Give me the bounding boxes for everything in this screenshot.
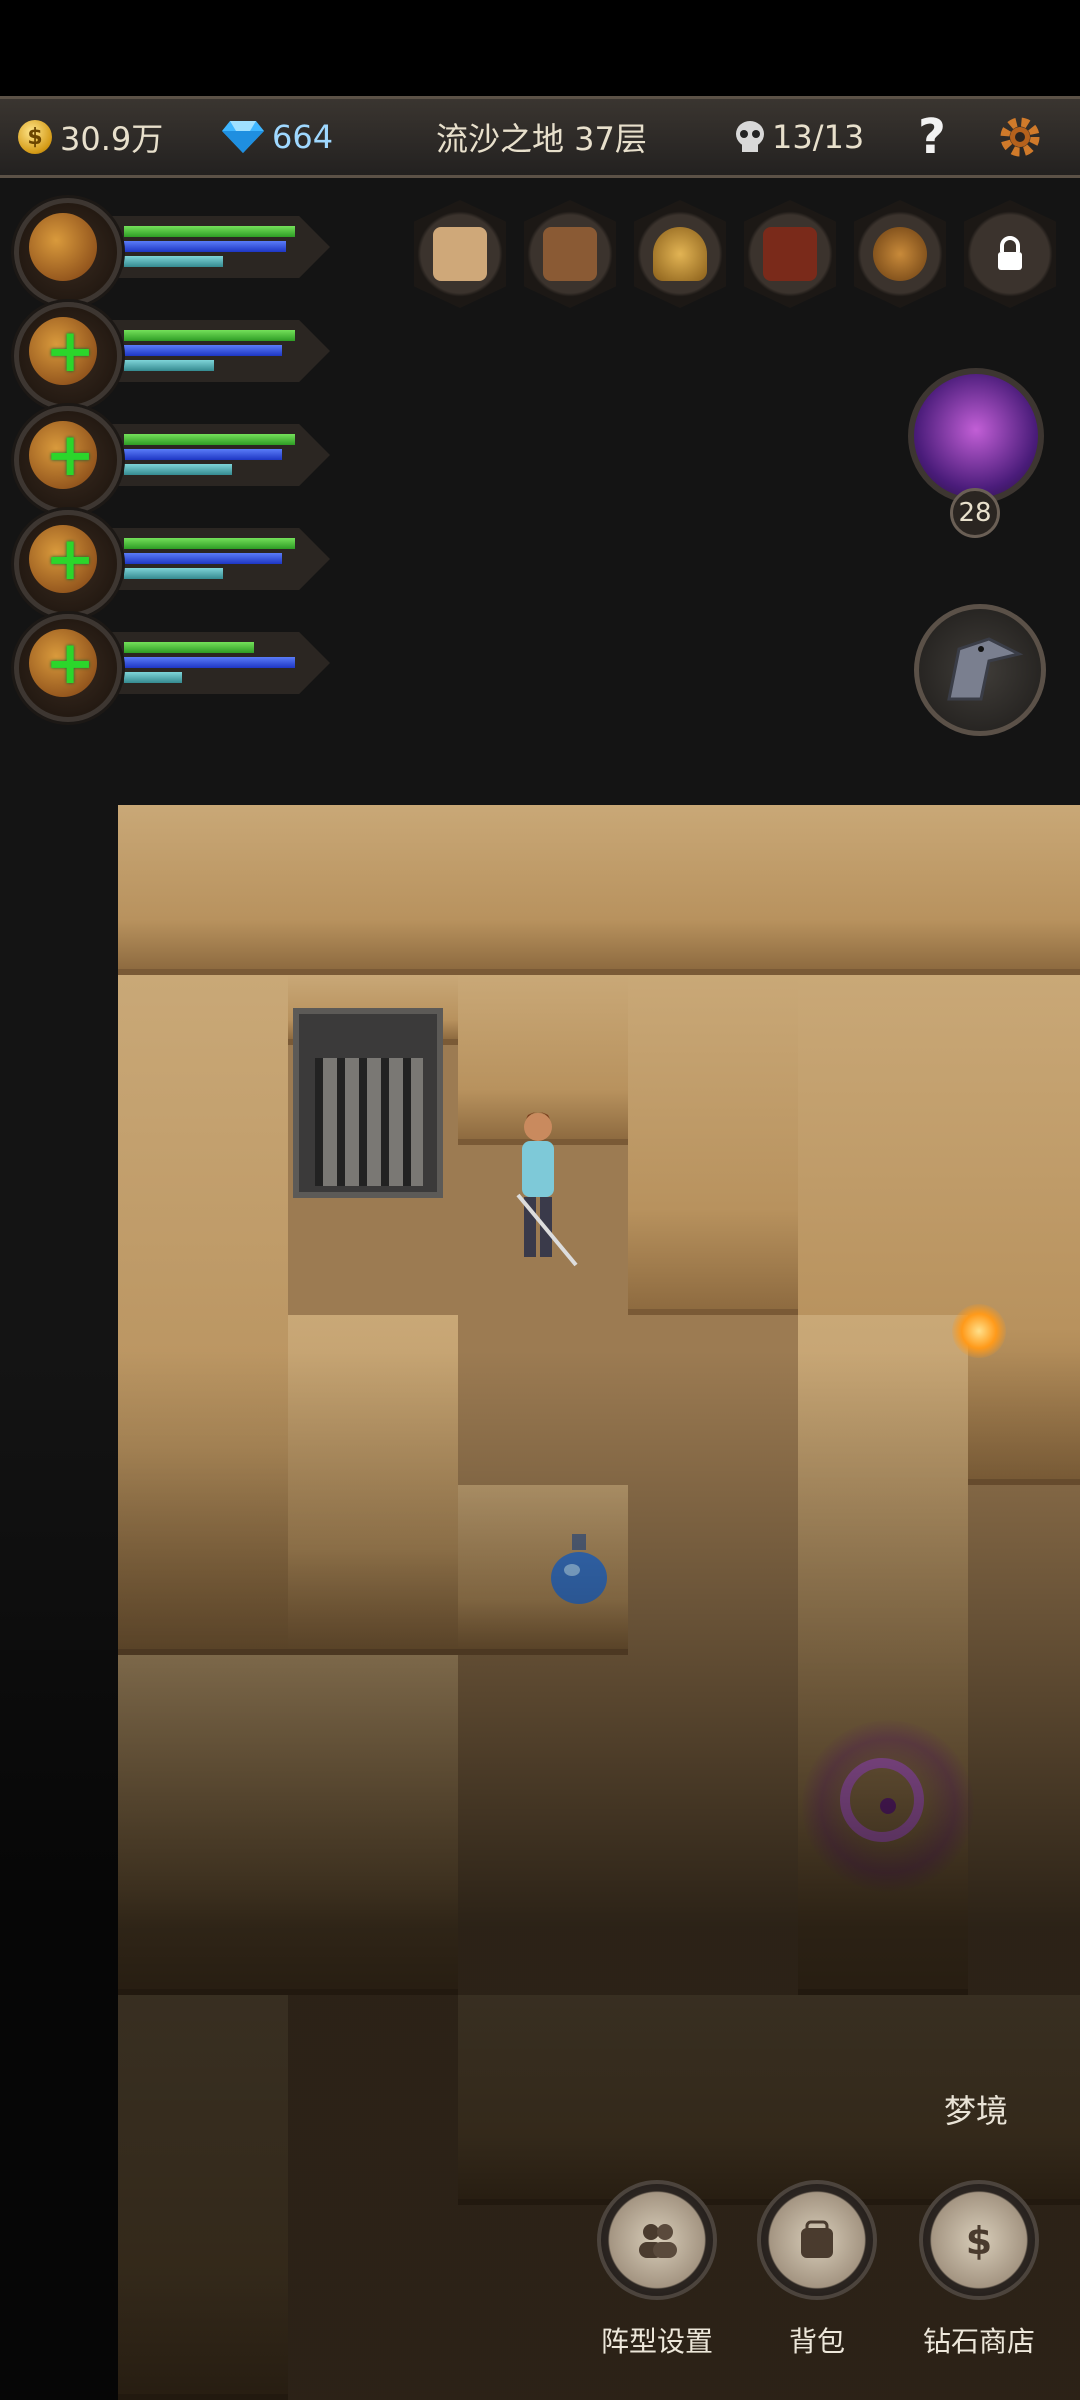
hero-status-bars	[110, 216, 330, 278]
dice-icon	[433, 227, 487, 281]
hero-status-bars	[110, 528, 330, 590]
formation-icon	[597, 2180, 717, 2300]
diamond-value: 664	[272, 118, 334, 156]
formation-button[interactable]: 阵型设置	[592, 2180, 722, 2370]
formation-label: 阵型设置	[600, 2325, 713, 2358]
skill-bar	[124, 256, 223, 267]
item-slot-bell[interactable]	[634, 200, 726, 308]
player-character	[516, 1112, 578, 1267]
wall-tile	[798, 1315, 968, 1995]
diamond-icon	[222, 121, 264, 153]
dream-button[interactable]: 梦境	[944, 2086, 1008, 2132]
hero-portrait[interactable]: +	[14, 302, 122, 410]
coin-icon: $	[18, 120, 52, 154]
heal-plus-icon: +	[45, 524, 96, 594]
hero-portrait[interactable]: +	[14, 510, 122, 618]
wall-tile	[118, 1655, 458, 1995]
diamond-counter: 664	[222, 99, 333, 175]
floor-title: 流沙之地 37层	[436, 99, 647, 175]
skill-bar	[124, 568, 223, 579]
kill-counter: 13/13	[732, 99, 864, 175]
svg-text:$: $	[966, 2219, 992, 2263]
pet-crow-button[interactable]	[914, 604, 1046, 736]
hp-bar	[124, 434, 295, 445]
heal-plus-icon: +	[45, 628, 96, 698]
torch-light	[952, 1304, 1006, 1358]
hero-portrait[interactable]: +	[14, 406, 122, 514]
heal-plus-icon: +	[45, 420, 96, 490]
item-slot-coffin[interactable]	[524, 200, 616, 308]
skull-icon	[736, 121, 764, 152]
hero-status-bars	[110, 320, 330, 382]
hero-portrait[interactable]: +	[14, 614, 122, 722]
bag-button[interactable]: 背包	[752, 2180, 882, 2370]
backpack-icon	[801, 2220, 833, 2258]
boss-level-badge: 28	[950, 488, 1000, 538]
hero-status-bars	[110, 632, 330, 694]
crow-icon	[947, 637, 1024, 701]
wall-tile	[118, 975, 288, 1655]
item-slot-acorn[interactable]	[854, 200, 946, 308]
dollar-icon: $	[966, 2219, 992, 2263]
hp-bar	[124, 642, 254, 653]
mana-potion-pickup[interactable]	[544, 1530, 614, 1606]
portal-marker[interactable]	[802, 1720, 974, 1892]
shop-icon: $	[919, 2180, 1039, 2300]
item-slot-book[interactable]	[744, 200, 836, 308]
boss-portrait[interactable]: 28	[894, 350, 1062, 550]
coffin-icon	[543, 227, 597, 281]
hero-row[interactable]: +	[14, 614, 334, 722]
mp-bar	[124, 657, 295, 668]
hp-bar	[124, 226, 295, 237]
boss-fairy-icon	[908, 368, 1044, 504]
portal-center	[880, 1798, 896, 1814]
bag-icon	[757, 2180, 877, 2300]
skill-bar	[124, 464, 232, 475]
bell-icon	[653, 227, 707, 281]
heal-plus-icon: +	[45, 316, 96, 386]
hero-portrait	[29, 213, 97, 281]
wall-tile	[288, 1315, 458, 1655]
mp-bar	[124, 449, 282, 460]
hero-row[interactable]: +	[14, 510, 334, 618]
hp-bar	[124, 538, 295, 549]
wall-tile	[118, 1995, 288, 2400]
settings-button[interactable]	[996, 99, 1044, 175]
top-hud-bar: $ 30.9万 664 流沙之地 37层 13/13 ?	[0, 96, 1080, 178]
hero-status-bars	[110, 424, 330, 486]
iron-gate[interactable]	[293, 1008, 443, 1198]
help-button[interactable]: ?	[918, 99, 946, 175]
gate-bars	[315, 1058, 423, 1186]
acorn-icon	[873, 227, 927, 281]
lock-icon	[998, 236, 1022, 270]
wall-tile	[118, 805, 1080, 975]
mp-bar	[124, 553, 282, 564]
floor-label: 流沙之地 37层	[436, 120, 647, 158]
book-icon	[763, 227, 817, 281]
bag-label: 背包	[788, 2325, 845, 2358]
gold-value: 30.9万	[60, 120, 164, 158]
hp-bar	[124, 330, 295, 341]
hero-row[interactable]: +	[14, 302, 334, 410]
mp-bar	[124, 345, 282, 356]
item-slot-dice[interactable]	[414, 200, 506, 308]
mp-bar	[124, 241, 286, 252]
diamond-shop-button[interactable]: $ 钻石商店	[914, 2180, 1044, 2370]
shop-label: 钻石商店	[922, 2325, 1035, 2358]
skill-bar	[124, 360, 214, 371]
gold-counter: $ 30.9万	[18, 99, 163, 175]
hero-portrait[interactable]	[14, 198, 122, 306]
people-icon	[639, 2224, 677, 2258]
skill-bar	[124, 672, 182, 683]
item-slot-locked[interactable]	[964, 200, 1056, 308]
hero-row[interactable]	[14, 198, 334, 306]
kill-value: 13/13	[772, 118, 865, 156]
hero-row[interactable]: +	[14, 406, 334, 514]
wall-tile	[628, 975, 798, 1315]
status-bar-area	[0, 0, 1080, 96]
gear-icon	[1000, 117, 1040, 157]
help-icon: ?	[918, 109, 946, 165]
